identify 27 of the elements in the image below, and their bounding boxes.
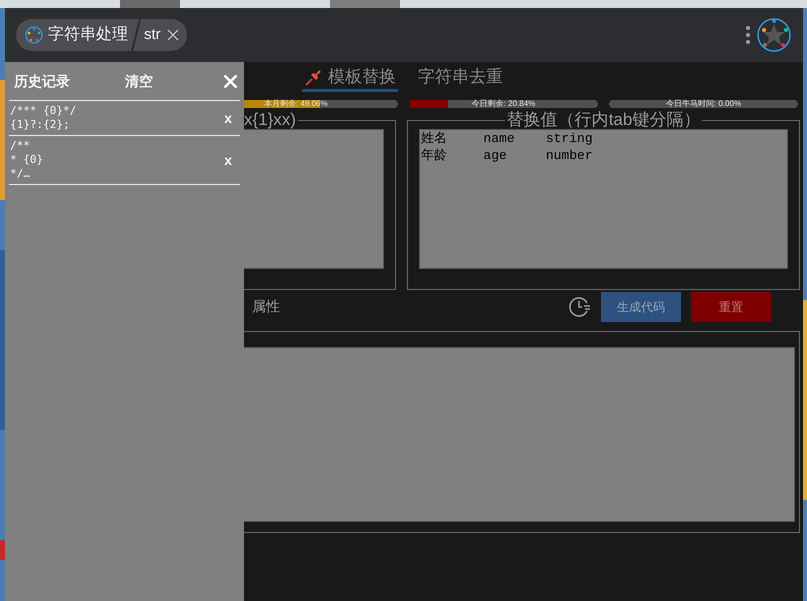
tab[interactable]: 模板替换 <box>302 65 398 92</box>
meter-label: 本月剩余: 49.06% <box>264 98 328 110</box>
remove-entry-button[interactable]: x <box>224 150 232 170</box>
meter-label: 今日牛马时间: 0.00% <box>664 98 742 110</box>
app-tab[interactable]: 字符串处理 str <box>16 19 187 51</box>
remove-entry-button[interactable]: x <box>224 108 232 128</box>
history-clock-icon[interactable] <box>569 296 591 318</box>
pin-icon <box>304 67 324 87</box>
history-entry[interactable]: /** * {0} */… <box>10 139 224 181</box>
values-input-field[interactable]: 姓名 name string 年龄 age number <box>419 129 788 269</box>
clear-history-button[interactable]: 清空 <box>125 70 175 92</box>
app-tab-label: 字符串处理 <box>48 24 128 45</box>
tab[interactable]: 字符串去重 <box>416 65 505 92</box>
output-field[interactable] <box>244 347 795 522</box>
history-entry[interactable]: /*** {0}*/ {1}?:{2}; <box>10 104 224 132</box>
sub-tab-label: str <box>144 24 161 45</box>
more-menu-icon[interactable] <box>746 25 750 45</box>
meter-label: 今日剩余: 20.84% <box>470 98 536 110</box>
app-logo-icon <box>24 25 44 45</box>
slash-divider-icon <box>131 19 141 51</box>
generate-button[interactable]: 生成代码 <box>601 292 681 322</box>
history-title: 历史记录 <box>12 72 71 90</box>
close-icon[interactable] <box>166 29 179 41</box>
template-legend: x{1}xx) <box>244 107 298 133</box>
template-input-field[interactable] <box>244 129 384 269</box>
reset-button[interactable]: 重置 <box>691 292 771 322</box>
property-label: 属性 <box>252 297 280 316</box>
